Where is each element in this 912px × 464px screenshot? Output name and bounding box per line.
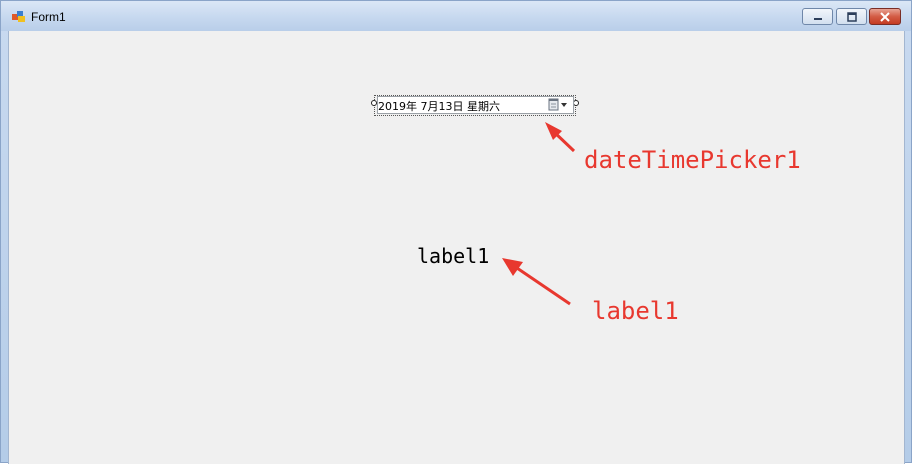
annotation-arrows (502, 122, 576, 306)
arrow-icon (502, 258, 571, 306)
annotation-datetimepicker1: dateTimePicker1 (584, 146, 801, 174)
annotation-label1: label1 (592, 297, 679, 325)
arrow-icon (545, 122, 576, 153)
